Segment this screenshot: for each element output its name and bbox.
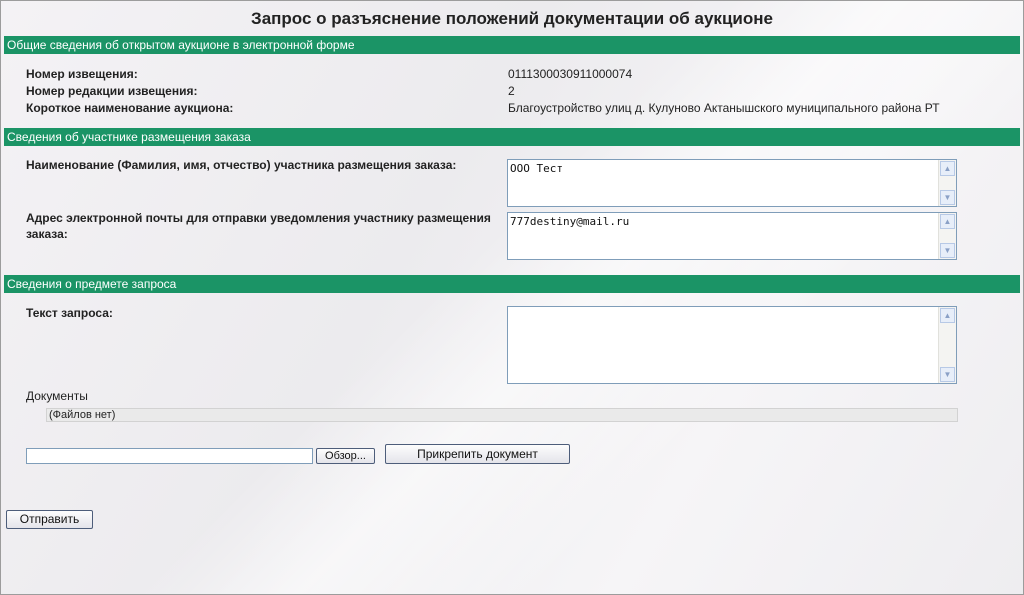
scroll-down-icon[interactable]: ▼ [940,367,955,382]
page-title: Запрос о разъяснение положений документа… [251,9,773,28]
participant-name-text: ООО Тест [510,162,563,175]
scroll-up-icon[interactable]: ▲ [940,308,955,323]
section-header-general: Общие сведения об открытом аукционе в эл… [4,36,1020,54]
participant-name-scrollbar[interactable]: ▲ ▼ [938,160,956,206]
browse-button[interactable]: Обзор... [316,448,375,464]
scroll-up-icon[interactable]: ▲ [940,161,955,176]
request-text-label: Текст запроса: [26,306,113,320]
short-name-value: Благоустройство улиц д. Кулуново Актаныш… [508,101,940,115]
revision-value: 2 [508,84,515,98]
participant-name-label: Наименование (Фамилия, имя, отчество) уч… [26,158,457,172]
revision-label: Номер редакции извещения: [26,84,198,98]
participant-name-textarea[interactable]: ООО Тест ▲ ▼ [507,159,957,207]
request-text-scrollbar[interactable]: ▲ ▼ [938,307,956,383]
scroll-down-icon[interactable]: ▼ [940,243,955,258]
email-text: 777destiny@mail.ru [510,215,630,228]
notice-number-label: Номер извещения: [26,67,138,81]
request-text-textarea[interactable]: ▲ ▼ [507,306,957,384]
email-label-line1: Адрес электронной почты для отправки уве… [26,211,491,225]
attach-document-button[interactable]: Прикрепить документ [385,444,570,464]
email-textarea[interactable]: 777destiny@mail.ru ▲ ▼ [507,212,957,260]
documents-label: Документы [26,389,88,403]
short-name-label: Короткое наименование аукциона: [26,101,234,115]
email-scrollbar[interactable]: ▲ ▼ [938,213,956,259]
file-path-input[interactable] [26,448,313,464]
email-label-line2: заказа: [26,227,68,241]
files-list: (Файлов нет) [46,408,958,422]
submit-button[interactable]: Отправить [6,510,93,529]
notice-number-value: 0111300030911000074 [508,67,633,81]
scroll-down-icon[interactable]: ▼ [940,190,955,205]
section-header-participant: Сведения об участнике размещения заказа [4,128,1020,146]
scroll-up-icon[interactable]: ▲ [940,214,955,229]
section-header-subject: Сведения о предмете запроса [4,275,1020,293]
